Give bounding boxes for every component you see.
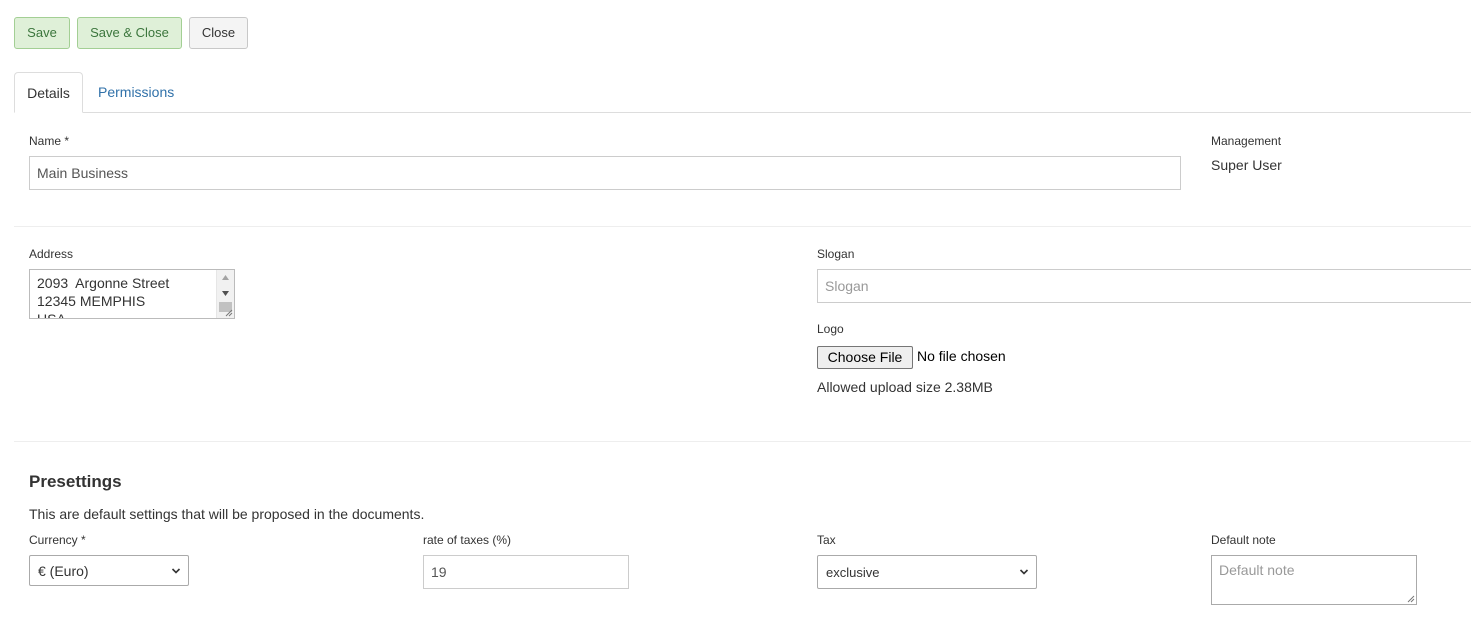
resize-grip-icon[interactable]: [1406, 594, 1415, 603]
chevron-down-icon: [1019, 569, 1029, 575]
section-divider: [14, 226, 1471, 227]
management-label: Management: [1211, 134, 1282, 148]
presettings-description: This are default settings that will be p…: [29, 506, 425, 522]
name-label: Name *: [29, 134, 70, 148]
tax-selected: exclusive: [826, 564, 880, 580]
tax-rate-label: rate of taxes (%): [423, 533, 512, 547]
presettings-title: Presettings: [29, 472, 122, 491]
name-input-value: Main Business: [37, 165, 129, 181]
section-divider: [14, 441, 1471, 442]
default-note-placeholder: Default note: [1219, 562, 1295, 578]
close-button[interactable]: Close: [189, 17, 248, 49]
file-status: No file chosen: [917, 348, 1006, 364]
name-input[interactable]: Main Business: [29, 156, 1181, 190]
currency-select[interactable]: € (Euro): [29, 555, 189, 586]
save-button[interactable]: Save: [14, 17, 70, 49]
slogan-input[interactable]: Slogan: [817, 269, 1471, 303]
address-line-3: USA: [37, 311, 66, 319]
address-line-1: 2093 Argonne Street: [37, 275, 170, 291]
address-label: Address: [29, 247, 74, 261]
scroll-up-arrow-icon[interactable]: [221, 274, 230, 282]
tax-select[interactable]: exclusive: [817, 555, 1037, 589]
currency-selected: € (Euro): [38, 562, 89, 579]
choose-file-button[interactable]: Choose File: [817, 346, 913, 369]
tab-details[interactable]: Details: [14, 72, 83, 113]
address-line-2: 12345 MEMPHIS: [37, 293, 146, 309]
resize-grip-icon[interactable]: [224, 308, 233, 317]
save-close-button[interactable]: Save & Close: [77, 17, 182, 49]
tax-rate-value: 19: [431, 564, 447, 580]
management-value: Super User: [1211, 157, 1282, 173]
tabs-divider: [14, 112, 1471, 113]
chevron-down-icon: [171, 567, 181, 574]
scroll-down-arrow-icon[interactable]: [221, 289, 230, 297]
upload-size-note: Allowed upload size 2.38MB: [817, 379, 993, 395]
tax-label: Tax: [817, 533, 836, 547]
slogan-label: Slogan: [817, 247, 855, 261]
slogan-placeholder: Slogan: [825, 278, 869, 294]
logo-label: Logo: [817, 322, 844, 336]
tax-rate-input[interactable]: 19: [423, 555, 629, 589]
default-note-textarea[interactable]: Default note: [1211, 555, 1417, 605]
tab-permissions[interactable]: Permissions: [86, 72, 186, 112]
default-note-label: Default note: [1211, 533, 1276, 547]
address-textarea[interactable]: 2093 Argonne Street 12345 MEMPHIS USA: [29, 269, 235, 319]
currency-label: Currency *: [29, 533, 86, 547]
